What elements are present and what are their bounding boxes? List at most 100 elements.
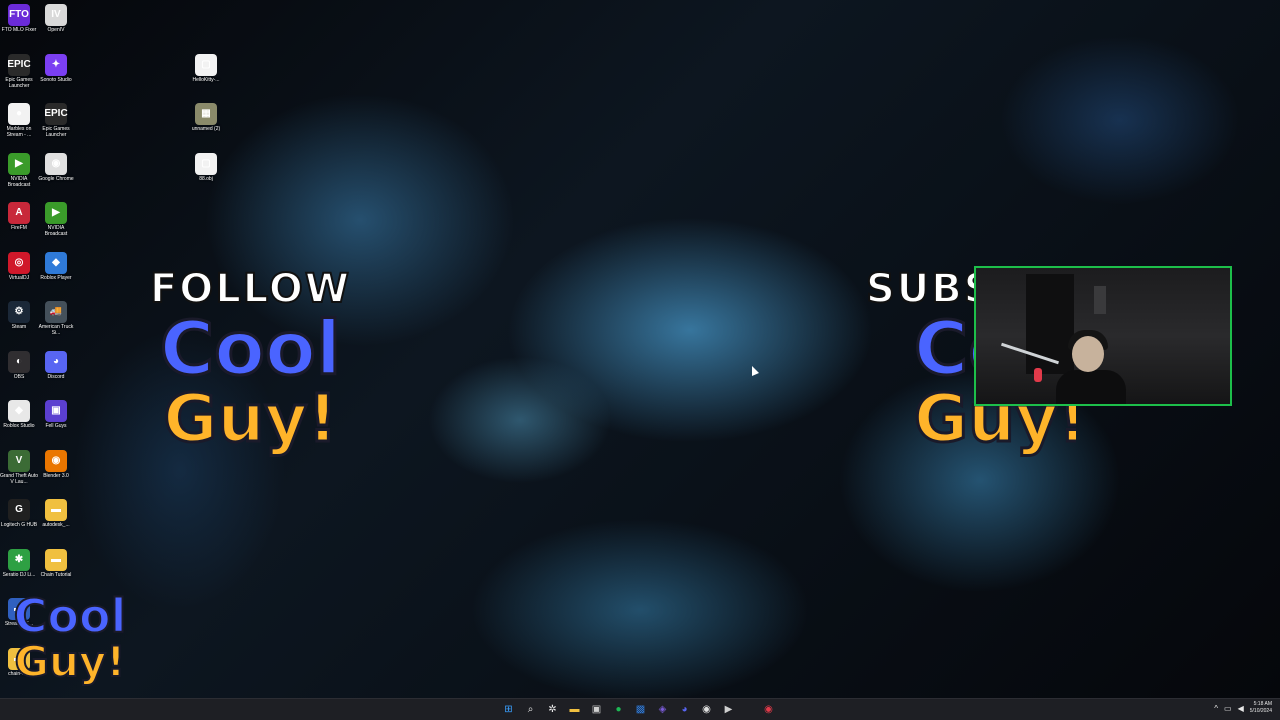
brand-line-guy-3: Guy!: [10, 637, 130, 686]
search-button[interactable]: ⌕: [522, 701, 539, 718]
desktop-icon[interactable]: ◉ Google Chrome: [37, 152, 75, 182]
desktop-icon-label: Epic Games Launcher: [42, 126, 70, 138]
desktop-icon[interactable]: ▬ Chain Tutorial: [37, 548, 75, 578]
volume-icon[interactable]: ◀: [1238, 704, 1244, 713]
desktop-icon[interactable]: A FireFM: [0, 202, 38, 231]
desktop-icon[interactable]: V Grand Theft Auto V Lau...: [0, 449, 38, 485]
clock[interactable]: 5:18 AM 5/10/2024: [1250, 701, 1272, 715]
desktop-icon-label: Blender 3.0: [43, 472, 69, 479]
webcam-feed: [974, 266, 1232, 406]
app-blue-button[interactable]: ▩: [632, 701, 649, 718]
desktop-icon-glyph-icon: ◉: [45, 152, 67, 175]
desktop-icon-glyph-icon: ◆: [8, 400, 30, 422]
desktop-icon-label: Epic Games Launcher: [5, 76, 33, 89]
follow-overlay: FOLLOW Cool Guy!: [148, 265, 353, 481]
desktop-icon[interactable]: ◆ Roblox Studio: [0, 400, 38, 429]
brand-line-cool: Cool: [148, 311, 353, 388]
desktop-icon[interactable]: ▶ NVIDIA Broadcast: [0, 152, 38, 188]
desktop-icon-glyph-icon: 🚚: [45, 301, 67, 323]
desktop-icon-label: Chain Tutorial: [40, 571, 72, 578]
record-button[interactable]: ◉: [760, 701, 777, 718]
desktop-icon-label: unnamed (2): [191, 126, 221, 132]
desktop-icon-label: Google Chrome: [38, 175, 74, 182]
desktop-icon-label: VirtualDJ: [8, 274, 30, 281]
tray-chevron-icon[interactable]: ^: [1214, 704, 1218, 713]
desktop-icon-label: American Truck Si...: [38, 324, 74, 336]
desktop-icon-glyph-icon: ▦: [195, 103, 217, 125]
desktop-icon[interactable]: EPIC Epic Games Launcher: [0, 53, 38, 89]
desktop-icon[interactable]: FTO FTO MLO Fixer: [0, 4, 38, 33]
desktop-icon[interactable]: G Logitech G HUB: [0, 499, 38, 528]
system-tray: ^ ▭ ◀ 5:18 AM 5/10/2024: [1214, 701, 1272, 715]
desktop-icon-glyph-icon: G: [8, 499, 30, 521]
brand-guy-text: Guy!: [162, 380, 339, 457]
desktop-icon-glyph-icon: ▬: [45, 499, 67, 521]
desktop-icon[interactable]: ▢ HelloKitty-...: [187, 53, 225, 83]
desktop-icon-label: Fell Guys: [45, 423, 67, 429]
desktop-icon-label: Marbles on Stream - ...: [6, 126, 32, 138]
discord-button[interactable]: ◕: [676, 701, 693, 718]
desktop-icon-glyph-icon: ◕: [45, 350, 67, 373]
desktop-icon[interactable]: 🚚 American Truck Si...: [37, 301, 75, 336]
desktop-icon-glyph-icon: EPIC: [7, 53, 31, 76]
desktop-icon[interactable]: EPIC Epic Games Launcher: [37, 103, 75, 138]
desktop-icon-label: 88.obj: [199, 175, 213, 182]
desktop-icon-label: Roblox Player: [40, 274, 72, 281]
desktop-icon[interactable]: ▶ NVIDIA Broadcast: [37, 202, 75, 237]
brand-line-guy: Guy!: [148, 384, 353, 453]
desktop-icon[interactable]: ● Marbles on Stream - ...: [0, 103, 38, 138]
desktop-icon-label: OpenIV: [47, 27, 65, 33]
desktop-icon[interactable]: ▬ autodesk_...: [37, 499, 75, 528]
desktop-icon-label: Roblox Studio: [3, 423, 35, 429]
app-purple-button[interactable]: ◈: [654, 701, 671, 718]
desktop-icon-glyph-icon: FTO: [8, 4, 30, 26]
store-button[interactable]: ▣: [588, 701, 605, 718]
desktop-icon[interactable]: ◉ Blender 3.0: [37, 449, 75, 479]
desktop-icon-glyph-icon: ▶: [8, 152, 30, 175]
desktop-icon-glyph-icon: ▶: [45, 202, 67, 224]
desktop-icon-glyph-icon: ●: [8, 103, 30, 125]
network-icon[interactable]: ▭: [1224, 704, 1232, 713]
spotify-button[interactable]: ●: [610, 701, 627, 718]
desktop-icon-glyph-icon: ◐: [8, 350, 30, 373]
desktop-icon[interactable]: IV OpenIV: [37, 4, 75, 33]
microphone: [1034, 368, 1042, 382]
desktop-icon[interactable]: ✦ Sonoto Studio: [37, 53, 75, 83]
desktop-icon-glyph-icon: ▢: [195, 53, 217, 76]
desktop-icon[interactable]: ◆ Roblox Player: [37, 251, 75, 281]
taskbar: ⊞ ⌕ ✲ ▬ ▣ ● ▩ ◈ ◕ ◉ ▶ ◉ ^ ▭ ◀ 5:18 AM 5/10/2024: [0, 698, 1280, 720]
desktop-icon-label: Sonoto Studio: [40, 76, 72, 83]
clock-date: 5/10/2024: [1249, 708, 1272, 714]
media-button[interactable]: ▶: [720, 701, 737, 718]
corner-brand-overlay: Cool Guy!: [10, 589, 130, 698]
desktop-icon-glyph-icon: ◉: [45, 449, 67, 472]
brand-cool-text-3: Cool: [13, 589, 128, 643]
desktop-icon[interactable]: ▦ unnamed (2): [187, 103, 225, 132]
desktop-icon-label: Steam: [11, 324, 27, 330]
start-button[interactable]: ⊞: [500, 701, 517, 718]
desktop-icon-label: Grand Theft Auto V Lau...: [0, 472, 38, 485]
desktop-icon[interactable]: ✱ Seratio DJ Li...: [0, 548, 38, 578]
desktop-icon[interactable]: ⚙ Steam: [0, 301, 38, 330]
chrome-button[interactable]: ◉: [698, 701, 715, 718]
desktop-icon-glyph-icon: ✱: [8, 548, 30, 571]
desktop-icon[interactable]: ◕ Discord: [37, 350, 75, 380]
streamer-body: [1056, 370, 1126, 404]
desktop-icon[interactable]: ▣ Fell Guys: [37, 400, 75, 429]
clock-time: 5:18 AM: [1253, 701, 1272, 707]
desktop-icon-glyph-icon: A: [8, 202, 30, 224]
brand-guy-text-3: Guy!: [14, 637, 127, 686]
desktop-icon-glyph-icon: ⚙: [8, 301, 30, 323]
desktop-icon-label: NVIDIA Broadcast: [7, 175, 31, 188]
desktop-icon-glyph-icon: IV: [45, 4, 67, 26]
desktop-icon-label: NVIDIA Broadcast: [44, 225, 68, 237]
file-explorer-button[interactable]: ▬: [566, 701, 583, 718]
desktop-icon-glyph-icon: ✦: [45, 53, 67, 76]
desktop-icon[interactable]: ◐ OBS: [0, 350, 38, 380]
desktop-icon[interactable]: ▢ 88.obj: [187, 152, 225, 182]
desktop-icon-glyph-icon: ◎: [8, 251, 30, 274]
desktop-icon-label: Seratio DJ Li...: [2, 571, 36, 578]
desktop-icon-label: OBS: [13, 373, 25, 380]
desktop-icon[interactable]: ◎ VirtualDJ: [0, 251, 38, 281]
task-view-button[interactable]: ✲: [544, 701, 561, 718]
